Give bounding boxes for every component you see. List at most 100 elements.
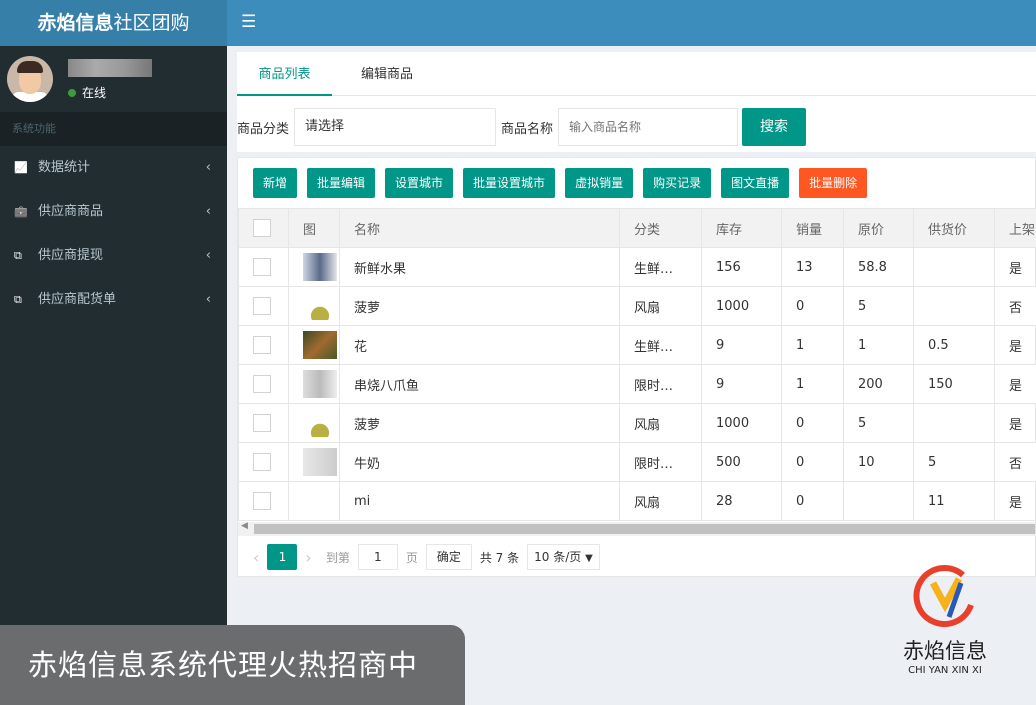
table-row: 花生鲜…9110.5是 (239, 326, 1036, 365)
status-dot-icon (68, 89, 76, 97)
product-thumbnail (303, 292, 337, 320)
toolbar-button-2[interactable]: 设置城市 (385, 168, 453, 198)
table-cell: 是 (995, 248, 1036, 287)
table-cell: 1 (844, 326, 914, 365)
tab-product-list[interactable]: 商品列表 (237, 52, 332, 96)
brand-logo: 赤焰信息 CHI YAN XIN XI (885, 565, 1005, 676)
table-cell: 否 (995, 287, 1036, 326)
column-header: 供货价 (914, 209, 995, 248)
chevron-left-icon: ‹ (206, 190, 211, 234)
table-cell: 是 (995, 365, 1036, 404)
table-row: 新鲜水果生鲜…1561358.8是 (239, 248, 1036, 287)
toolbar-button-5[interactable]: 购买记录 (643, 168, 711, 198)
sidebar-item-label: 供应商商品 (38, 204, 103, 219)
table-cell: 150 (914, 365, 995, 404)
sidebar-item-1[interactable]: 💼供应商商品‹ (0, 190, 227, 234)
content-header: 商品列表 编辑商品 商品分类 请选择 商品名称 搜索 (237, 52, 1036, 152)
toolbar-button-7[interactable]: 批量删除 (799, 168, 867, 198)
per-page-select[interactable]: 10 条/页 ▼ (527, 544, 600, 570)
toolbar-button-4[interactable]: 虚拟销量 (565, 168, 633, 198)
product-name-input[interactable] (558, 108, 738, 146)
table-cell: 156 (702, 248, 782, 287)
table-cell: 0 (782, 482, 844, 521)
scroll-left-icon[interactable]: ◀ (241, 521, 248, 531)
row-checkbox[interactable] (253, 453, 271, 471)
table-cell: 是 (995, 326, 1036, 365)
per-page-value: 10 条/页 (534, 550, 581, 564)
toolbar-button-0[interactable]: 新增 (253, 168, 297, 198)
row-checkbox[interactable] (253, 297, 271, 315)
name-label: 商品名称 (501, 118, 553, 137)
table-cell: 串烧八爪鱼 (340, 365, 620, 404)
table-cell (914, 404, 995, 443)
pagination: ‹ 1 › 到第 1 页 确定 共 7 条 10 条/页 ▼ (253, 544, 600, 570)
column-header: 上架 (995, 209, 1036, 248)
table-cell: 9 (702, 365, 782, 404)
table-row: 牛奶限时…5000105否 (239, 443, 1036, 482)
table-cell: 生鲜… (620, 248, 702, 287)
row-select-cell (239, 248, 289, 287)
table-cell: 限时… (620, 365, 702, 404)
toolbar-button-1[interactable]: 批量编辑 (307, 168, 375, 198)
select-all-checkbox[interactable] (253, 219, 271, 237)
goto-label: 到第 (326, 549, 350, 566)
brand-name: 赤焰信息 (885, 635, 1005, 665)
product-thumbnail (303, 253, 337, 281)
table-cell: 1 (782, 365, 844, 404)
table-cell: 新鲜水果 (340, 248, 620, 287)
sidebar-item-3[interactable]: ⧉供应商配货单‹ (0, 278, 227, 322)
scrollbar-thumb[interactable] (254, 524, 1035, 534)
confirm-button[interactable]: 确定 (426, 544, 472, 570)
prev-page-icon[interactable]: ‹ (253, 548, 259, 567)
brand-logo-icon (913, 565, 977, 629)
table-cell: 风扇 (620, 287, 702, 326)
sidebar-item-0[interactable]: 📈数据统计‹ (0, 146, 227, 190)
table-cell: 风扇 (620, 404, 702, 443)
dropdown-arrow-icon: ▼ (585, 553, 593, 564)
category-select[interactable]: 请选择 (294, 108, 496, 146)
sidebar-item-label: 数据统计 (38, 160, 90, 175)
table-cell: 10 (844, 443, 914, 482)
row-checkbox[interactable] (253, 258, 271, 276)
row-checkbox[interactable] (253, 414, 271, 432)
toolbar-button-6[interactable]: 图文直播 (721, 168, 789, 198)
sidebar-section-header: 系统功能 (0, 112, 227, 146)
select-all-cell (239, 209, 289, 248)
search-button[interactable]: 搜索 (742, 108, 806, 146)
user-panel: 在线 (0, 46, 227, 112)
category-label: 商品分类 (237, 118, 289, 137)
online-status: 在线 (68, 84, 106, 101)
column-header: 库存 (702, 209, 782, 248)
table-cell: mi (340, 482, 620, 521)
product-thumbnail (303, 331, 337, 359)
page-unit-label: 页 (406, 549, 418, 566)
table-cell: 菠萝 (340, 287, 620, 326)
product-table: 图名称分类库存销量原价供货价上架 新鲜水果生鲜…1561358.8是菠萝风扇10… (238, 208, 1036, 521)
next-page-icon[interactable]: › (305, 548, 311, 567)
table-cell: 9 (702, 326, 782, 365)
app-logo[interactable]: 赤焰信息社区团购 (0, 0, 227, 46)
menu-toggle-icon[interactable]: ☰ (241, 12, 256, 32)
horizontal-scrollbar[interactable]: ◀ (238, 522, 1035, 536)
table-cell: 花 (340, 326, 620, 365)
row-checkbox[interactable] (253, 336, 271, 354)
product-thumbnail (303, 448, 337, 476)
sidebar-item-2[interactable]: ⧉供应商提现‹ (0, 234, 227, 278)
table-cell: 0 (782, 287, 844, 326)
table-cell (914, 248, 995, 287)
column-header: 图 (289, 209, 340, 248)
row-select-cell (239, 404, 289, 443)
table-row: 菠萝风扇100005否 (239, 287, 1036, 326)
goto-page-input[interactable]: 1 (358, 544, 398, 570)
row-checkbox[interactable] (253, 375, 271, 393)
table-cell: 是 (995, 482, 1036, 521)
table-cell: 13 (782, 248, 844, 287)
table-cell: 0 (782, 443, 844, 482)
table-cell: 风扇 (620, 482, 702, 521)
table-cell: 0.5 (914, 326, 995, 365)
table-cell: 500 (702, 443, 782, 482)
tab-edit-product[interactable]: 编辑商品 (361, 52, 413, 96)
toolbar-button-3[interactable]: 批量设置城市 (463, 168, 555, 198)
row-checkbox[interactable] (253, 492, 271, 510)
page-1-button[interactable]: 1 (267, 544, 297, 570)
